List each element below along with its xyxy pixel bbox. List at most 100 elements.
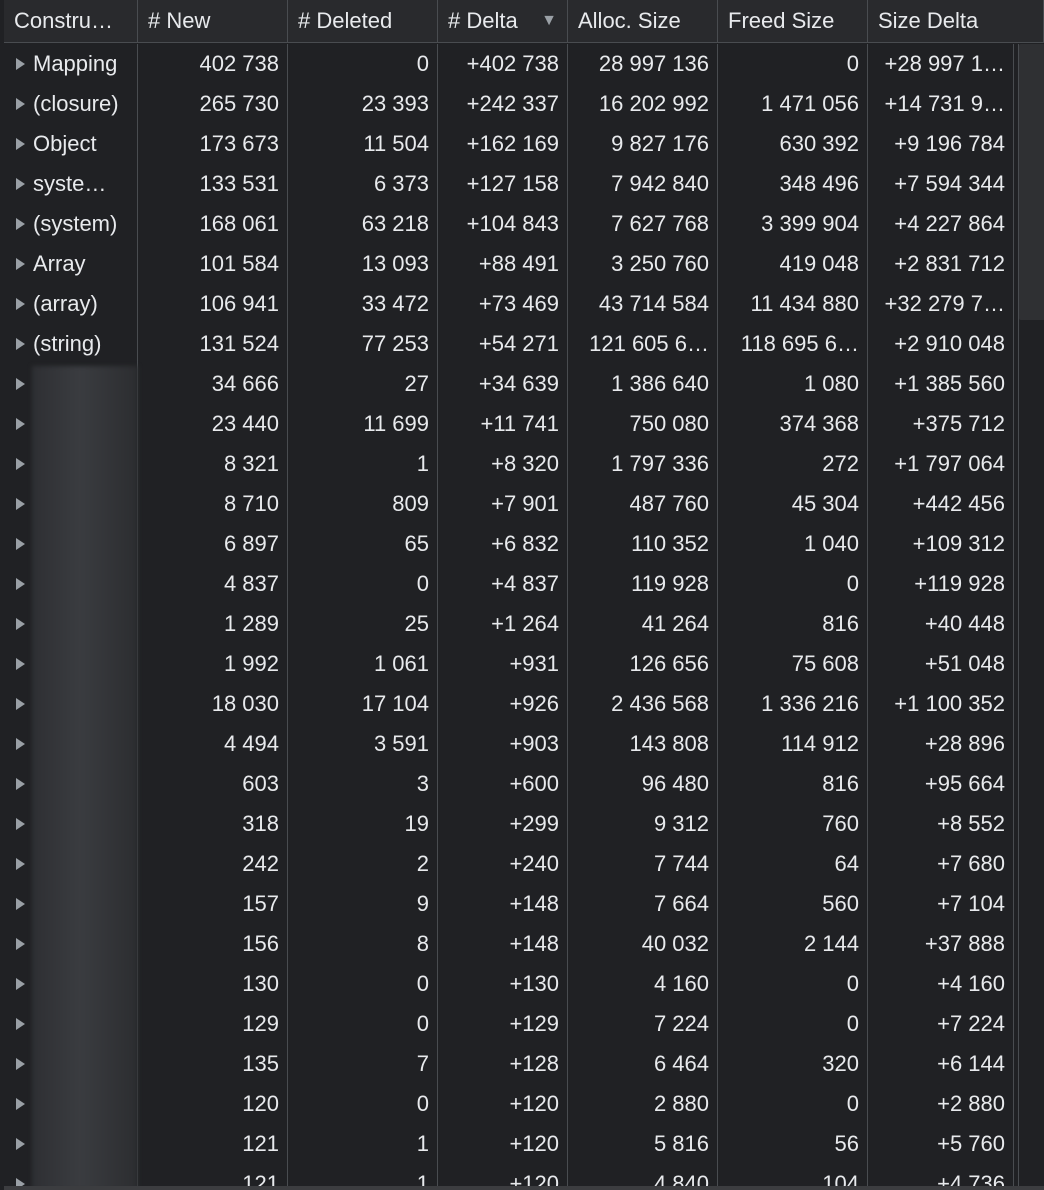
- column-header-1[interactable]: # New: [138, 0, 288, 43]
- table-row[interactable]: 1 992 1 061 +931 126 656 75 608 +51 048: [4, 644, 1014, 684]
- new-cell: 106 941: [138, 284, 288, 324]
- size-delta-cell: +14 731 9…: [868, 84, 1014, 124]
- table-row[interactable]: Object 173 673 11 504 +162 169 9 827 176 630 …: [4, 124, 1014, 164]
- table-row[interactable]: 157 9 +148 7 664 560 +7 104: [4, 884, 1014, 924]
- new-cell: 129: [138, 1004, 288, 1044]
- alloc-cell: 2 880: [568, 1084, 718, 1124]
- vertical-scrollbar[interactable]: [1018, 44, 1044, 1190]
- expand-triangle-icon[interactable]: [16, 578, 25, 590]
- delta-cell: +600: [438, 764, 568, 804]
- column-header-0[interactable]: Constru…: [4, 0, 138, 43]
- delta-cell: +4 837: [438, 564, 568, 604]
- grid-body: Mapping 402 738 0 +402 738 28 997 136 0 +28 99…: [4, 44, 1014, 1190]
- constructor-name: syste…: [33, 171, 107, 196]
- freed-cell: 272: [718, 444, 868, 484]
- deleted-cell: 6 373: [288, 164, 438, 204]
- scrollbar-thumb[interactable]: [1019, 44, 1044, 320]
- expand-triangle-icon[interactable]: [16, 938, 25, 950]
- expand-triangle-icon[interactable]: [16, 378, 25, 390]
- grid-bottom-edge: [4, 1186, 1044, 1190]
- expand-triangle-icon[interactable]: [16, 898, 25, 910]
- expand-triangle-icon[interactable]: [16, 858, 25, 870]
- expand-triangle-icon[interactable]: [16, 138, 25, 150]
- expand-triangle-icon[interactable]: [16, 458, 25, 470]
- column-header-label: # New: [148, 8, 211, 33]
- table-row[interactable]: 8 321 1 +8 320 1 797 336 272 +1 797 064: [4, 444, 1014, 484]
- table-row[interactable]: 156 8 +148 40 032 2 144 +37 888: [4, 924, 1014, 964]
- deleted-cell: 0: [288, 964, 438, 1004]
- alloc-cell: 7 942 840: [568, 164, 718, 204]
- table-row[interactable]: (array) 106 941 33 472 +73 469 43 714 584 11 …: [4, 284, 1014, 324]
- table-row[interactable]: 34 666 27 +34 639 1 386 640 1 080 +1 385 560: [4, 364, 1014, 404]
- expand-triangle-icon[interactable]: [16, 298, 25, 310]
- table-row[interactable]: 130 0 +130 4 160 0 +4 160: [4, 964, 1014, 1004]
- delta-cell: +127 158: [438, 164, 568, 204]
- table-row[interactable]: syste… 133 531 6 373 +127 158 7 942 840 348 4…: [4, 164, 1014, 204]
- table-row[interactable]: (string) 131 524 77 253 +54 271 121 605 6… 11…: [4, 324, 1014, 364]
- expand-triangle-icon[interactable]: [16, 338, 25, 350]
- size-delta-cell: +37 888: [868, 924, 1014, 964]
- alloc-cell: 7 744: [568, 844, 718, 884]
- alloc-cell: 7 224: [568, 1004, 718, 1044]
- table-row[interactable]: Mapping 402 738 0 +402 738 28 997 136 0 +28 99…: [4, 44, 1014, 84]
- expand-triangle-icon[interactable]: [16, 258, 25, 270]
- table-row[interactable]: 242 2 +240 7 744 64 +7 680: [4, 844, 1014, 884]
- expand-triangle-icon[interactable]: [16, 98, 25, 110]
- table-row[interactable]: (closure) 265 730 23 393 +242 337 16 202 992…: [4, 84, 1014, 124]
- expand-triangle-icon[interactable]: [16, 618, 25, 630]
- expand-triangle-icon[interactable]: [16, 698, 25, 710]
- table-row[interactable]: 4 837 0 +4 837 119 928 0 +119 928: [4, 564, 1014, 604]
- new-cell: 120: [138, 1084, 288, 1124]
- deleted-cell: 809: [288, 484, 438, 524]
- size-delta-cell: +7 224: [868, 1004, 1014, 1044]
- table-row[interactable]: (system) 168 061 63 218 +104 843 7 627 768 3 …: [4, 204, 1014, 244]
- column-header-label: # Deleted: [298, 8, 393, 33]
- expand-triangle-icon[interactable]: [16, 538, 25, 550]
- table-row[interactable]: 8 710 809 +7 901 487 760 45 304 +442 456: [4, 484, 1014, 524]
- expand-triangle-icon[interactable]: [16, 58, 25, 70]
- column-header-4[interactable]: Alloc. Size: [568, 0, 718, 43]
- heap-snapshot-comparison-grid: Constru… # New # Deleted # Delta ▼ Alloc. Siz…: [4, 0, 1044, 1190]
- table-row[interactable]: 23 440 11 699 +11 741 750 080 374 368 +375 71…: [4, 404, 1014, 444]
- expand-triangle-icon[interactable]: [16, 658, 25, 670]
- column-header-5[interactable]: Freed Size: [718, 0, 868, 43]
- expand-triangle-icon[interactable]: [16, 498, 25, 510]
- table-row[interactable]: 18 030 17 104 +926 2 436 568 1 336 216 +1 100…: [4, 684, 1014, 724]
- size-delta-cell: +7 680: [868, 844, 1014, 884]
- deleted-cell: 23 393: [288, 84, 438, 124]
- expand-triangle-icon[interactable]: [16, 1098, 25, 1110]
- expand-triangle-icon[interactable]: [16, 1018, 25, 1030]
- table-row[interactable]: Array 101 584 13 093 +88 491 3 250 760 419 04…: [4, 244, 1014, 284]
- table-row[interactable]: 1 289 25 +1 264 41 264 816 +40 448: [4, 604, 1014, 644]
- delta-cell: +926: [438, 684, 568, 724]
- new-cell: 133 531: [138, 164, 288, 204]
- column-header-2[interactable]: # Deleted: [288, 0, 438, 43]
- column-header-3[interactable]: # Delta ▼: [438, 0, 568, 43]
- expand-triangle-icon[interactable]: [16, 978, 25, 990]
- expand-triangle-icon[interactable]: [16, 818, 25, 830]
- expand-triangle-icon[interactable]: [16, 1058, 25, 1070]
- table-row[interactable]: 603 3 +600 96 480 816 +95 664: [4, 764, 1014, 804]
- table-row[interactable]: 120 0 +120 2 880 0 +2 880: [4, 1084, 1014, 1124]
- table-row[interactable]: 4 494 3 591 +903 143 808 114 912 +28 896: [4, 724, 1014, 764]
- table-row[interactable]: 121 1 +120 5 816 56 +5 760: [4, 1124, 1014, 1164]
- expand-triangle-icon[interactable]: [16, 178, 25, 190]
- expand-triangle-icon[interactable]: [16, 778, 25, 790]
- table-row[interactable]: 6 897 65 +6 832 110 352 1 040 +109 312: [4, 524, 1014, 564]
- column-header-label: Size Delta: [878, 8, 979, 33]
- alloc-cell: 2 436 568: [568, 684, 718, 724]
- table-row[interactable]: 135 7 +128 6 464 320 +6 144: [4, 1044, 1014, 1084]
- expand-triangle-icon[interactable]: [16, 738, 25, 750]
- freed-cell: 3 399 904: [718, 204, 868, 244]
- alloc-cell: 1 797 336: [568, 444, 718, 484]
- expand-triangle-icon[interactable]: [16, 418, 25, 430]
- table-row[interactable]: 318 19 +299 9 312 760 +8 552: [4, 804, 1014, 844]
- expand-triangle-icon[interactable]: [16, 1138, 25, 1150]
- size-delta-cell: +4 160: [868, 964, 1014, 1004]
- freed-cell: 320: [718, 1044, 868, 1084]
- expand-triangle-icon[interactable]: [16, 218, 25, 230]
- constructor-name: Object: [33, 131, 97, 156]
- table-row[interactable]: 129 0 +129 7 224 0 +7 224: [4, 1004, 1014, 1044]
- column-header-6[interactable]: Size Delta: [868, 0, 1044, 43]
- alloc-cell: 750 080: [568, 404, 718, 444]
